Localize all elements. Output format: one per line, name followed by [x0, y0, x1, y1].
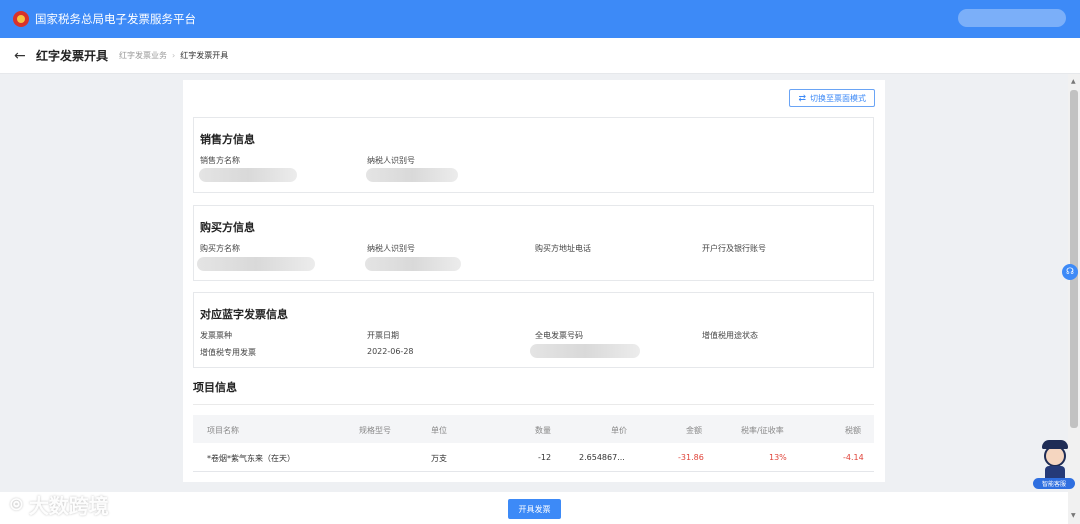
assistant-body-icon	[1045, 466, 1065, 478]
buyer-name-label: 购买方名称	[200, 244, 240, 253]
row-item-name: *卷烟*紫气东来（在天）	[207, 454, 295, 463]
issue-invoice-button[interactable]: 开具发票	[508, 499, 561, 519]
watermark: ⦾ 大数跨境	[10, 490, 109, 519]
breadcrumb-current: 红字发票开具	[180, 51, 229, 60]
scrollbar-thumb[interactable]	[1070, 90, 1078, 428]
row-quantity: -12	[538, 453, 552, 462]
seller-tax-id-redacted	[366, 168, 458, 182]
buyer-info-section: 购买方信息 购买方名称 纳税人识别号 购买方地址电话 开户行及银行账号	[193, 205, 874, 281]
row-unit-price: 2.654867...	[579, 453, 625, 462]
scroll-down-arrow-icon[interactable]: ▼	[1071, 512, 1076, 519]
invoice-type-label: 发票票种	[200, 331, 232, 340]
row-amount: -31.86	[678, 453, 704, 462]
smart-assistant-widget[interactable]: 智能客服	[1032, 440, 1076, 490]
row-tax: -4.14	[843, 453, 864, 462]
col-tax-rate: 税率/征收率	[741, 426, 784, 435]
user-info-redacted[interactable]	[958, 9, 1066, 27]
main-content: ⇄ 切换至票面模式 销售方信息 销售方名称 纳税人识别号 购买方信息 购买方名称…	[183, 80, 885, 482]
breadcrumb-parent[interactable]: 红字发票业务	[119, 50, 167, 61]
seller-section-title: 销售方信息	[200, 133, 255, 146]
vat-status-label: 增值税用途状态	[702, 331, 758, 340]
buyer-tax-id-label: 纳税人识别号	[367, 244, 415, 253]
blue-invoice-section-title: 对应蓝字发票信息	[200, 308, 288, 321]
col-amount: 金额	[686, 426, 702, 435]
tax-bureau-logo-icon	[13, 11, 29, 27]
invoice-date-value: 2022-06-28	[367, 347, 414, 356]
buyer-tax-id-redacted	[365, 257, 461, 271]
items-table: 项目名称 规格型号 单位 数量 单价 金额 税率/征收率 税额 *卷烟*紫气东来…	[193, 415, 874, 472]
buyer-bank-account-label: 开户行及银行账号	[702, 244, 766, 253]
seller-tax-id-label: 纳税人识别号	[367, 156, 415, 165]
assistant-label: 智能客服	[1033, 478, 1075, 489]
items-section-title: 项目信息	[193, 381, 237, 394]
seller-name-label: 销售方名称	[200, 156, 240, 165]
table-row[interactable]: *卷烟*紫气东来（在天） 万支 -12 2.654867... -31.86 1…	[193, 443, 874, 472]
invoice-type-value: 增值税专用发票	[200, 348, 256, 357]
blue-invoice-section: 对应蓝字发票信息 发票票种 增值税专用发票 开票日期 2022-06-28 全电…	[193, 292, 874, 368]
col-spec: 规格型号	[359, 426, 391, 435]
watermark-text: 大数跨境	[28, 494, 109, 518]
col-unit-price: 单价	[611, 426, 627, 435]
row-unit: 万支	[431, 454, 447, 463]
row-tax-rate: 13%	[769, 453, 787, 462]
table-header: 项目名称 规格型号 单位 数量 单价 金额 税率/征收率 税额	[193, 415, 874, 443]
scroll-up-arrow-icon[interactable]: ▲	[1071, 78, 1076, 85]
items-divider	[193, 404, 874, 405]
col-quantity: 数量	[535, 426, 551, 435]
col-item-name: 项目名称	[207, 426, 239, 435]
seller-name-redacted	[199, 168, 297, 182]
headset-icon[interactable]: ☊	[1062, 264, 1078, 280]
watermark-logo-icon: ⦾	[10, 494, 23, 514]
top-bar: 国家税务总局电子发票服务平台	[0, 0, 1080, 38]
page-title: 红字发票开具	[36, 49, 109, 63]
breadcrumb-bar: ← 红字发票开具 红字发票业务 › 红字发票开具	[0, 38, 1080, 74]
buyer-address-phone-label: 购买方地址电话	[535, 244, 591, 253]
col-tax: 税额	[845, 426, 861, 435]
app-title: 国家税务总局电子发票服务平台	[35, 12, 196, 26]
invoice-number-redacted	[530, 344, 640, 358]
buyer-name-redacted	[197, 257, 315, 271]
assistant-cap-icon	[1042, 440, 1068, 449]
breadcrumb-separator: ›	[172, 51, 176, 60]
back-arrow-icon[interactable]: ←	[14, 48, 28, 64]
switch-mode-label: 切换至票面模式	[810, 93, 866, 103]
invoice-number-label: 全电发票号码	[535, 331, 583, 340]
col-unit: 单位	[431, 426, 447, 435]
swap-arrows-icon: ⇄	[798, 92, 806, 103]
switch-to-ticket-mode-button[interactable]: ⇄ 切换至票面模式	[789, 89, 875, 107]
buyer-section-title: 购买方信息	[200, 221, 255, 234]
seller-info-section: 销售方信息 销售方名称 纳税人识别号	[193, 117, 874, 193]
invoice-date-label: 开票日期	[367, 331, 399, 340]
